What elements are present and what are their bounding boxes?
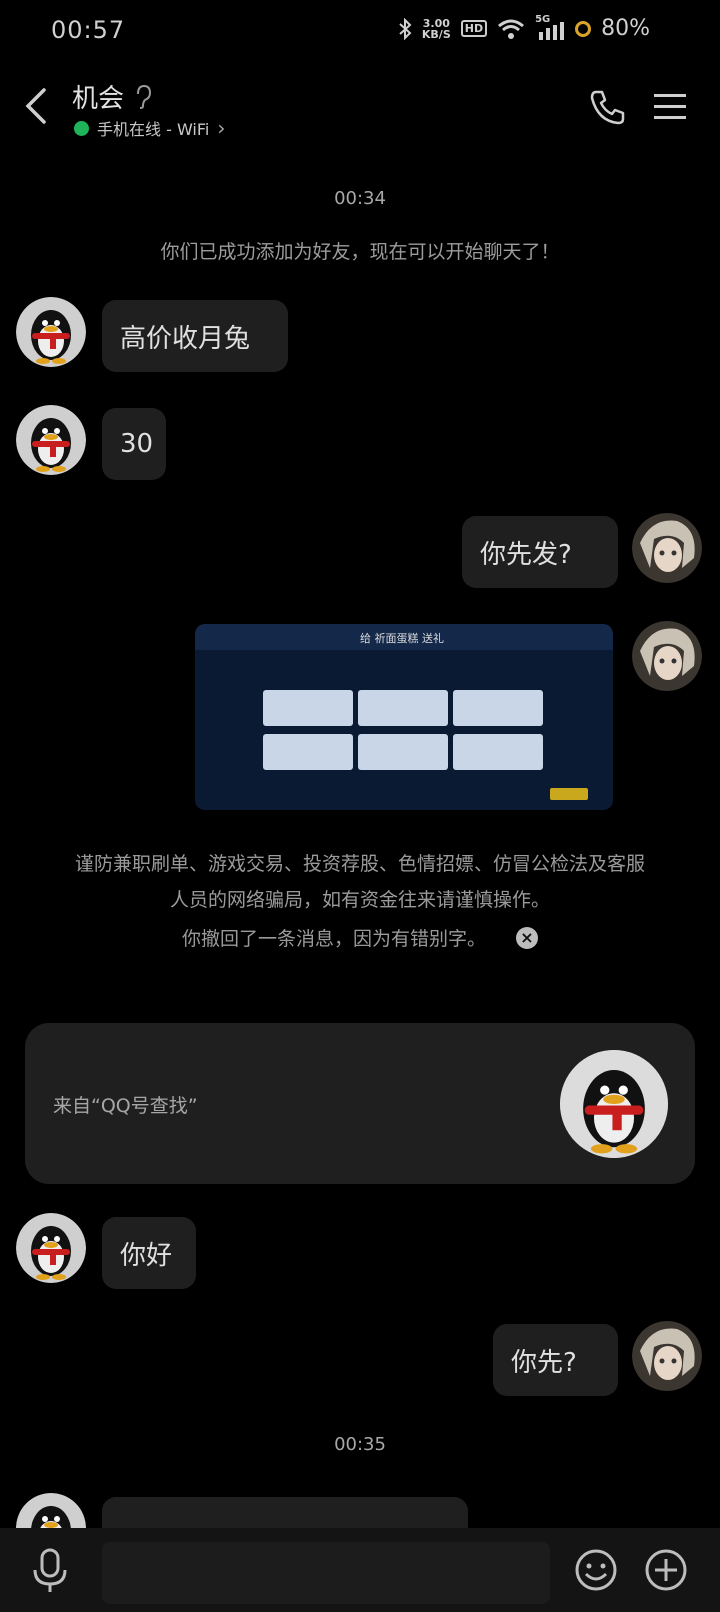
my-message-bubble[interactable]: 你先? — [493, 1324, 618, 1396]
message-bubble[interactable]: 高价收月兔 — [102, 300, 288, 372]
image-message[interactable]: 给 祈面蛋糕 送礼 — [195, 624, 613, 810]
qq-penguin-icon — [16, 1213, 86, 1283]
message-bubble[interactable]: 30 — [102, 408, 166, 480]
hd-badge: HD — [460, 20, 488, 37]
friend-avatar[interactable] — [16, 1213, 86, 1283]
input-bar — [0, 1528, 720, 1612]
image-tile — [358, 690, 448, 726]
chevron-right-icon: › — [217, 116, 226, 140]
image-tile — [263, 734, 353, 770]
status-bar: 00:57 3.00 KB/S HD 5G 80% — [0, 0, 720, 66]
fraud-warning-line: 谨防兼职刷单、游戏交易、投资荐股、色情招嫖、仿冒公检法及客服 — [74, 853, 645, 875]
image-title: 给 祈面蛋糕 送礼 — [360, 632, 444, 645]
wifi-icon — [498, 19, 525, 39]
signal-icon: 5G — [535, 14, 565, 40]
friend-avatar[interactable] — [16, 405, 86, 475]
plus-icon[interactable] — [644, 1548, 688, 1592]
my-avatar[interactable] — [632, 1321, 702, 1391]
qq-logo — [560, 1050, 668, 1158]
message-bubble[interactable]: 你好 — [102, 1217, 196, 1289]
bluetooth-icon — [399, 17, 412, 40]
image-titlebar: 给 祈面蛋糕 送礼 — [195, 624, 613, 650]
contact-name: 机会 — [72, 84, 125, 114]
timestamp: 00:35 — [334, 1434, 386, 1455]
recalled-text: 你撤回了一条消息，因为有错别字。 — [181, 928, 486, 950]
presence-status[interactable]: 手机在线 - WiFi › — [74, 116, 225, 140]
my-avatar[interactable] — [632, 513, 702, 583]
close-icon[interactable]: × — [516, 926, 538, 949]
presence-text: 手机在线 - WiFi — [97, 120, 210, 139]
image-tile — [453, 690, 543, 726]
image-tile — [453, 734, 543, 770]
net-speed-value: 3.00 — [422, 16, 450, 30]
my-avatar[interactable] — [632, 621, 702, 691]
net-speed-unit: KB/S — [421, 27, 451, 41]
net-speed: 3.00 KB/S — [422, 18, 451, 40]
source-card[interactable]: 来自“QQ号查找” — [25, 1023, 695, 1184]
image-tile — [358, 734, 448, 770]
anime-avatar-icon — [632, 621, 702, 691]
phone-icon[interactable] — [588, 88, 626, 126]
message-input[interactable] — [102, 1542, 550, 1604]
fraud-warning-line: 人员的网络骗局，如有资金往来请谨慎操作。 — [169, 889, 550, 911]
battery-icon — [575, 20, 592, 37]
back-arrow-icon[interactable] — [22, 86, 52, 126]
status-time: 00:57 — [51, 16, 126, 44]
friend-avatar[interactable] — [16, 297, 86, 367]
qq-penguin-icon — [560, 1050, 668, 1158]
my-message-bubble[interactable]: 你先发? — [462, 516, 618, 588]
recalled-notice: 你撤回了一条消息，因为有错别字。 × — [0, 924, 720, 951]
status-icons: 3.00 KB/S HD 5G 80% — [398, 14, 650, 41]
image-tile — [263, 690, 353, 726]
emoji-icon[interactable] — [574, 1548, 618, 1592]
qq-penguin-icon — [16, 405, 86, 475]
qq-penguin-icon — [16, 297, 86, 367]
card-source-text: 来自“QQ号查找” — [53, 1095, 198, 1117]
anime-avatar-icon — [632, 1321, 702, 1391]
online-dot — [74, 120, 89, 136]
battery-level: 80% — [601, 16, 650, 41]
ear-icon — [137, 84, 152, 109]
menu-icon[interactable] — [654, 92, 686, 122]
chat-title[interactable]: 机会 — [72, 78, 152, 115]
fraud-warning: 谨防兼职刷单、游戏交易、投资荐股、色情招嫖、仿冒公检法及客服 人员的网络骗局，如… — [40, 846, 680, 918]
friend-added-notice: 你们已成功添加为好友，现在可以开始聊天了！ — [160, 241, 560, 263]
timestamp: 00:34 — [334, 188, 386, 209]
anime-avatar-icon — [632, 513, 702, 583]
image-send-button — [550, 788, 588, 800]
microphone-icon[interactable] — [30, 1548, 70, 1594]
